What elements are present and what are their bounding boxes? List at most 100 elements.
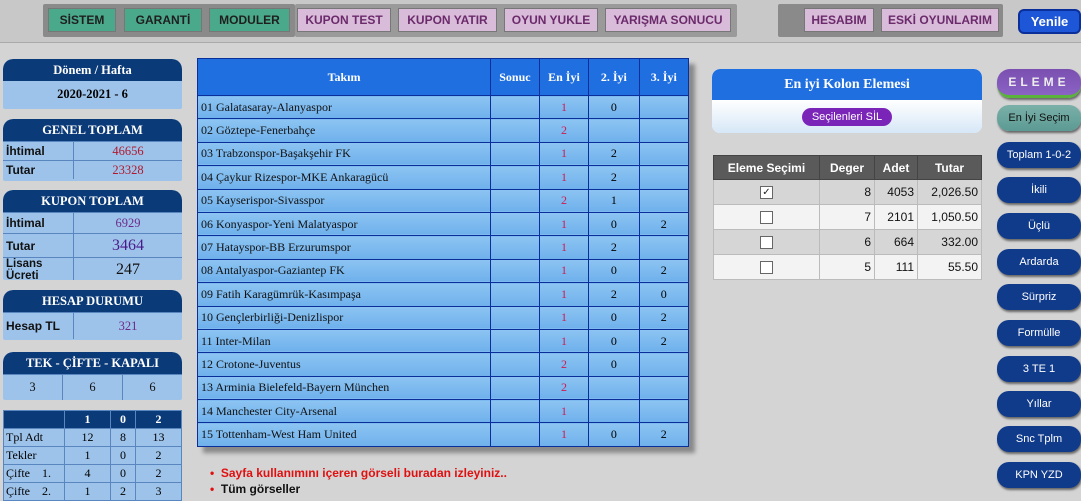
iyi-3-cell: 2 [638,211,690,237]
nav-yarisma-sonucu-button[interactable]: YARIŞMA SONUCU [605,8,731,32]
en-iyi-cell: 1 [538,235,590,260]
iyi-3-cell: 2 [638,258,690,284]
sonuc-cell[interactable] [490,188,540,213]
yillar-button[interactable]: Yıllar [997,391,1081,417]
eleme-checkbox-cell: ✓ [713,179,820,205]
table-row: 5 111 55.50 [713,254,982,280]
kupon-tutar-value: 3464 [73,234,182,257]
iyi-3-cell [638,235,690,260]
eleme-checkbox[interactable] [760,236,773,250]
iyi-2-cell [588,118,640,143]
table-row: 7 2101 1,050.50 [713,204,982,230]
nav-hesabim-button[interactable]: HESABIM [804,8,874,32]
label: Tutar [6,238,36,253]
iyi-3-cell [638,141,690,167]
stats-cell: 1 [63,482,112,501]
sonuc-cell[interactable] [490,94,540,120]
col-sonuc: Sonuc [490,58,540,96]
refresh-button[interactable]: Yenile [1018,9,1081,34]
iyi-3-cell: 2 [638,305,690,330]
eleme-checkbox[interactable]: ✓ [760,186,773,200]
tutar-cell: 1,050.50 [917,204,982,230]
bullet-icon: • [210,466,215,480]
toplam-button[interactable]: Toplam 1-0-2 [997,142,1081,168]
iyi-2-cell: 0 [588,328,640,354]
label: İhtimal [6,144,45,158]
sonuc-cell[interactable] [490,375,540,401]
tutar-cell: 55.50 [917,254,982,280]
col-iyi-2: 2. İyi [588,58,640,96]
nav-sistem-button[interactable]: SİSTEM [48,8,116,32]
eleme-checkbox[interactable] [760,261,773,275]
table-row: ✓ 8 4053 2,026.50 [713,179,982,205]
3te1-button[interactable]: 3 TE 1 [997,356,1081,382]
kolon-panel: En iyi Kolon Elemesi Seçilenleri SİL [712,69,982,133]
sonuc-cell[interactable] [490,305,540,330]
en-iyi-cell: 1 [538,399,590,424]
stats-cell: 13 [134,428,183,447]
tek-cifte-title: TEK - ÇİFTE - KAPALI [3,352,182,374]
eleme-header: Eleme Seçimi Deger Adet Tutar [713,155,982,180]
snc-tplm-button[interactable]: Snc Tplm [997,426,1081,452]
team-cell: 13 Arminia Bielefeld-Bayern München [196,375,492,401]
en-iyi-secim-button[interactable]: En İyi Seçim [997,105,1081,131]
stats-header-cell: 1 [63,410,112,429]
bullet-icon: • [210,482,215,496]
note-tum: • Tüm görseller [210,482,507,498]
sonuc-cell[interactable] [490,118,540,143]
nav-garanti-button[interactable]: GARANTİ [124,8,202,32]
eleme-table: Eleme Seçimi Deger Adet Tutar ✓ 8 4053 2… [713,155,982,280]
formulle-button[interactable]: Formülle [997,320,1081,346]
sonuc-cell[interactable] [490,258,540,284]
stats-cell: Çifte 2. [3,482,65,501]
surpriz-button[interactable]: Sürpriz [997,284,1081,310]
nav-eski-oyunlarim-button[interactable]: ESKİ OYUNLARIM [881,8,999,32]
sonuc-cell[interactable] [490,422,540,447]
team-cell: 05 Kayserispor-Sivasspor [196,188,492,213]
sonuc-cell[interactable] [490,165,540,190]
sonuc-cell[interactable] [490,141,540,167]
en-iyi-cell: 2 [538,118,590,143]
genel-toplam-box: GENEL TOPLAM İhtimal 46656 Tutar 23328 [3,119,182,181]
table-row: 08 Antalyaspor-Gaziantep FK 1 0 2 [196,258,690,284]
tum-gorseller-link[interactable]: Tüm görseller [221,482,300,496]
hesap-durumu-box: HESAP DURUMU Hesap TL 321 [3,290,182,340]
uclu-button[interactable]: Üçlü [997,213,1081,239]
col-deger: Deger [819,155,875,180]
stats-cell: 2 [134,464,183,483]
eleme-button[interactable]: ELEME [997,69,1081,98]
kupon-ihtimal-value: 6929 [73,213,182,233]
kupon-toplam-title: KUPON TOPLAM [3,190,182,212]
sonuc-cell[interactable] [490,211,540,237]
deger-cell: 6 [819,229,875,255]
iyi-2-cell [588,375,640,401]
iyi-2-cell: 1 [588,188,640,213]
iyi-3-cell [638,188,690,213]
ardarda-button[interactable]: Ardarda [997,249,1081,275]
kupon-tutar-row: Tutar 3464 [3,233,182,257]
sonuc-cell[interactable] [490,282,540,307]
genel-tutar-row: Tutar 23328 [3,160,182,179]
nav-kupon-yatir-button[interactable]: KUPON YATIR [398,8,497,32]
gorsel-link[interactable]: Sayfa kullanımını içeren görseli buradan… [221,466,507,480]
nav-kupon-test-button[interactable]: KUPON TEST [297,8,391,32]
ikili-button[interactable]: İkili [997,177,1081,203]
matches-table: Takım Sonuc En İyi 2. İyi 3. İyi 01 Gala… [196,58,690,447]
note-gorsel: • Sayfa kullanımını içeren görseli burad… [210,466,507,482]
iyi-3-cell [638,165,690,190]
iyi-3-cell [638,94,690,120]
table-row: Çifte 2. 1 2 3 [3,482,183,501]
eleme-checkbox[interactable] [760,211,773,225]
table-row: 15 Tottenham-West Ham United 1 0 2 [196,422,690,447]
sonuc-cell[interactable] [490,352,540,377]
sonuc-cell[interactable] [490,235,540,260]
kpn-yzd-button[interactable]: KPN YZD [997,462,1081,488]
sonuc-cell[interactable] [490,399,540,424]
nav-oyun-yukle-button[interactable]: OYUN YUKLE [504,8,598,32]
stats-cell: 0 [110,446,136,465]
table-row: 05 Kayserispor-Sivasspor 2 1 [196,188,690,213]
nav-moduler-button[interactable]: MODULER [209,8,290,32]
en-iyi-cell: 1 [538,94,590,120]
sonuc-cell[interactable] [490,328,540,354]
delete-selected-button[interactable]: Seçilenleri SİL [801,107,893,126]
